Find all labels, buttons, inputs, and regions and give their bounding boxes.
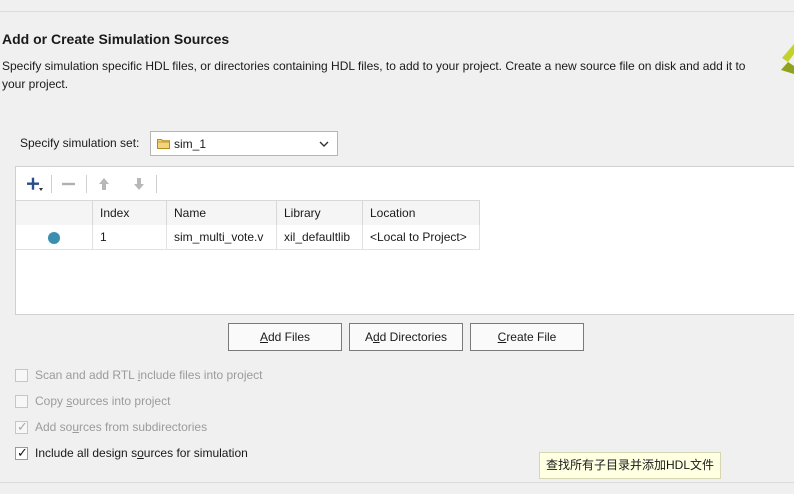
checkbox-box[interactable]: ✓ xyxy=(15,418,28,434)
add-subdirectories-checkbox[interactable]: ✓ Add sources from subdirectories xyxy=(15,418,207,436)
add-directories-button[interactable]: Add Directories xyxy=(349,323,463,351)
chevron-down-icon[interactable] xyxy=(319,140,329,148)
checkbox-label: Add sources from subdirectories xyxy=(35,420,208,434)
toolbar-separator xyxy=(86,175,87,193)
move-up-button[interactable] xyxy=(94,174,114,194)
checkbox-label: Include all design sources for simulatio… xyxy=(35,446,248,460)
checkbox-label: Scan and add RTL include files into proj… xyxy=(35,368,263,382)
checkbox-box[interactable] xyxy=(15,394,28,408)
column-header-location[interactable]: Location xyxy=(363,201,480,225)
status-dot-icon xyxy=(48,232,60,244)
remove-icon xyxy=(62,182,75,186)
column-header-name[interactable]: Name xyxy=(167,201,277,225)
copy-sources-checkbox[interactable]: Copy sources into project xyxy=(15,392,170,410)
toolbar-separator xyxy=(51,175,52,193)
add-icon xyxy=(27,177,43,191)
tooltip: 查找所有子目录并添加HDL文件 xyxy=(539,452,722,479)
simulation-set-dropdown[interactable]: sim_1 xyxy=(150,131,338,156)
column-header-library[interactable]: Library xyxy=(277,201,363,225)
toolbar-separator xyxy=(156,175,157,193)
simulation-set-value: sim_1 xyxy=(174,137,207,151)
name-cell: sim_multi_vote.v xyxy=(167,225,277,249)
column-header-status[interactable] xyxy=(16,201,93,225)
move-down-icon xyxy=(134,178,144,190)
remove-source-button[interactable] xyxy=(59,174,79,194)
index-cell: 1 xyxy=(93,225,167,249)
include-design-sources-checkbox[interactable]: ✓ Include all design sources for simulat… xyxy=(15,444,248,462)
location-cell: <Local to Project> xyxy=(363,225,480,249)
checkbox-box[interactable]: ✓ xyxy=(15,444,28,460)
footer-band xyxy=(0,482,794,494)
checkmark-icon: ✓ xyxy=(17,418,28,434)
checkbox-box[interactable] xyxy=(15,368,28,382)
status-cell xyxy=(16,225,93,249)
move-down-button[interactable] xyxy=(129,174,149,194)
scan-rtl-include-checkbox[interactable]: Scan and add RTL include files into proj… xyxy=(15,366,263,384)
sources-panel: Index Name Library Location 1 sim_multi_… xyxy=(15,166,794,315)
column-header-index[interactable]: Index xyxy=(93,201,167,225)
create-file-button[interactable]: Create File xyxy=(470,323,584,351)
move-up-icon xyxy=(99,178,109,190)
sources-toolbar xyxy=(16,167,794,200)
table-row[interactable]: 1 sim_multi_vote.v xil_defaultlib <Local… xyxy=(16,225,480,250)
simulation-set-label: Specify simulation set: xyxy=(20,136,140,150)
add-sources-button[interactable] xyxy=(24,174,44,194)
vivado-logo-icon xyxy=(781,44,794,74)
page-description: Specify simulation specific HDL files, o… xyxy=(2,59,746,91)
add-files-button[interactable]: Add Files xyxy=(228,323,342,351)
folder-icon xyxy=(157,139,170,149)
library-cell[interactable]: xil_defaultlib xyxy=(277,225,363,249)
table-header: Index Name Library Location xyxy=(16,200,480,226)
header-band xyxy=(0,0,794,12)
checkbox-label: Copy sources into project xyxy=(35,394,171,408)
page-title: Add or Create Simulation Sources xyxy=(2,31,230,47)
checkmark-icon: ✓ xyxy=(17,444,28,460)
